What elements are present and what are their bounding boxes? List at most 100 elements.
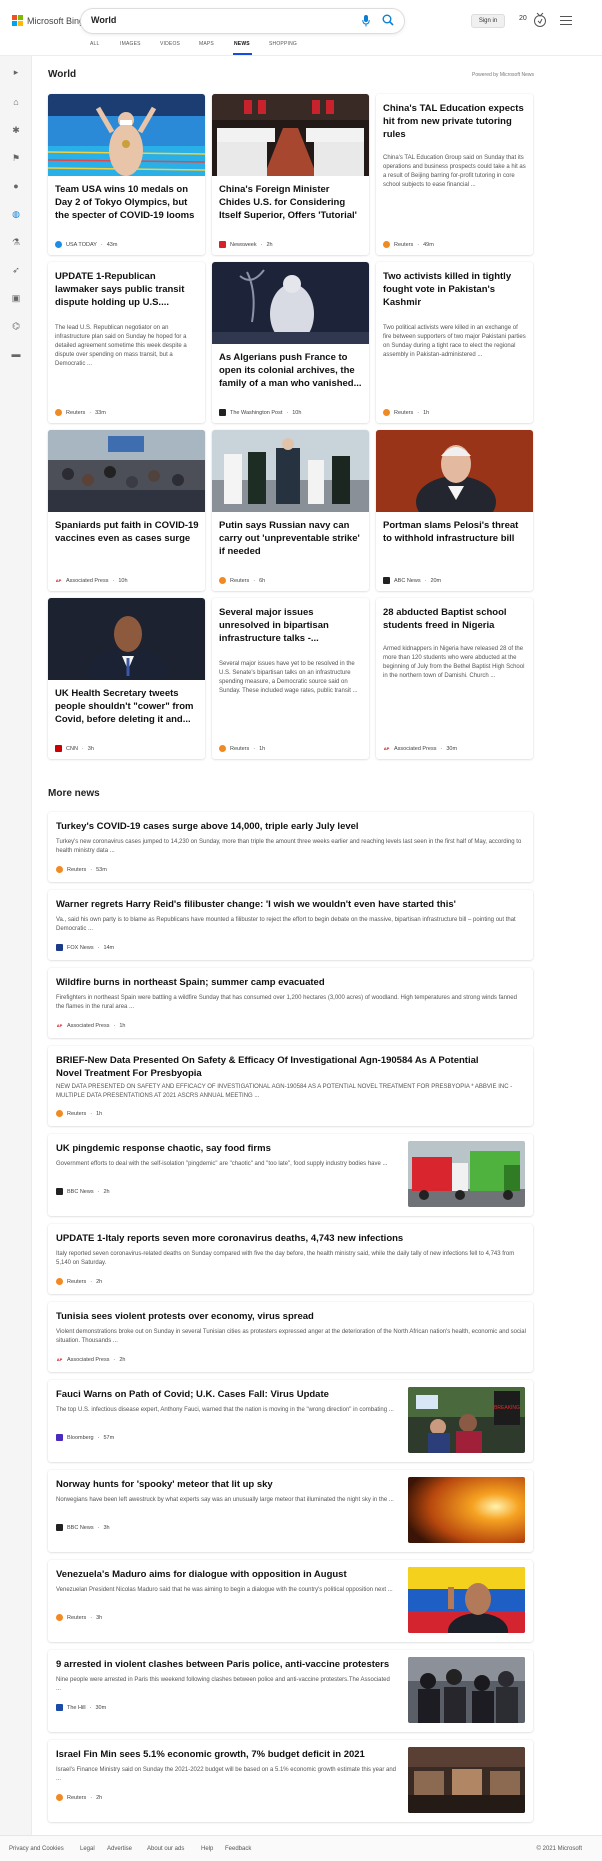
news-card[interactable]: Team USA wins 10 medals on Day 2 of Toky… xyxy=(48,94,205,255)
news-title[interactable]: Israel Fin Min sees 5.1% economic growth… xyxy=(56,1748,396,1761)
card-title[interactable]: China's TAL Education expects hit from n… xyxy=(383,102,527,141)
news-card[interactable]: Portman slams Pelosi's threat to withhol… xyxy=(376,430,533,591)
location-pin-icon[interactable]: ● xyxy=(10,180,22,192)
news-card[interactable]: UPDATE 1-Republican lawmaker says public… xyxy=(48,262,205,423)
list-news-item[interactable]: Turkey's COVID-19 cases surge above 14,0… xyxy=(48,812,533,882)
news-provider[interactable]: FOX News · 14m xyxy=(56,944,114,951)
hamburger-menu-icon[interactable] xyxy=(560,16,572,25)
news-card[interactable]: Putin says Russian navy can carry out 'u… xyxy=(212,430,369,591)
card-title[interactable]: 28 abducted Baptist school students free… xyxy=(383,606,527,632)
list-news-item[interactable]: UPDATE 1-Italy reports seven more corona… xyxy=(48,1224,533,1294)
list-news-item[interactable]: Venezuela's Maduro aims for dialogue wit… xyxy=(48,1560,533,1642)
card-title[interactable]: Spaniards put faith in COVID-19 vaccines… xyxy=(55,519,199,545)
news-provider[interactable]: Reuters · 2h xyxy=(56,1278,102,1285)
trending-icon[interactable]: ✱ xyxy=(10,124,22,136)
search-input[interactable]: World xyxy=(91,15,116,25)
news-thumbnail[interactable]: BREAKING xyxy=(408,1387,525,1453)
card-title[interactable]: Several major issues unresolved in bipar… xyxy=(219,606,363,645)
card-provider[interactable]: AP Associated Press · 30m xyxy=(383,745,457,752)
card-provider[interactable]: ABC News · 20m xyxy=(383,577,441,584)
footer-link-privacy[interactable]: Privacy and Cookies xyxy=(9,1846,64,1852)
news-title[interactable]: Norway hunts for 'spooky' meteor that li… xyxy=(56,1478,396,1491)
tab-news[interactable]: NEWS xyxy=(234,41,250,47)
news-card[interactable]: 28 abducted Baptist school students free… xyxy=(376,598,533,759)
rewards-medal-icon[interactable] xyxy=(533,12,547,28)
card-title[interactable]: China's Foreign Minister Chides U.S. for… xyxy=(219,183,363,222)
globe-icon[interactable]: ◍ xyxy=(10,208,22,220)
search-box[interactable]: World xyxy=(81,9,404,33)
search-icon[interactable] xyxy=(382,14,394,26)
card-provider[interactable]: Reuters · 1h xyxy=(219,745,265,752)
news-card[interactable]: China's Foreign Minister Chides U.S. for… xyxy=(212,94,369,255)
news-provider[interactable]: Reuters · 3h xyxy=(56,1614,102,1621)
tab-all[interactable]: ALL xyxy=(90,41,100,47)
news-title[interactable]: Venezuela's Maduro aims for dialogue wit… xyxy=(56,1568,396,1581)
news-card[interactable]: UK Health Secretary tweets people should… xyxy=(48,598,205,759)
news-provider[interactable]: Reuters · 2h xyxy=(56,1794,102,1801)
card-provider[interactable]: USA TODAY · 43m xyxy=(55,241,117,248)
money-icon[interactable]: ▬ xyxy=(10,348,22,360)
news-card[interactable]: Spaniards put faith in COVID-19 vaccines… xyxy=(48,430,205,591)
bing-logo[interactable]: Microsoft Bing xyxy=(12,15,84,26)
news-provider[interactable]: The Hill · 30m xyxy=(56,1704,106,1711)
card-provider[interactable]: Reuters · 33m xyxy=(55,409,106,416)
news-provider[interactable]: Bloomberg · 57m xyxy=(56,1434,114,1441)
card-provider[interactable]: Reuters · 1h xyxy=(383,409,429,416)
tab-maps[interactable]: MAPS xyxy=(199,41,214,47)
list-news-item[interactable]: BRIEF-New Data Presented On Safety & Eff… xyxy=(48,1046,533,1126)
list-news-item[interactable]: Warner regrets Harry Reid's filibuster c… xyxy=(48,890,533,960)
footer-link-legal[interactable]: Legal xyxy=(80,1846,95,1852)
card-title[interactable]: Team USA wins 10 medals on Day 2 of Toky… xyxy=(55,183,199,222)
footer-link-about-ads[interactable]: About our ads xyxy=(147,1846,184,1852)
card-provider[interactable]: AP Associated Press · 10h xyxy=(55,577,128,584)
news-provider[interactable]: AP Associated Press · 1h xyxy=(56,1022,125,1029)
microphone-icon[interactable] xyxy=(362,15,370,27)
news-title[interactable]: 9 arrested in violent clashes between Pa… xyxy=(56,1658,396,1671)
rewards-points[interactable]: 20 xyxy=(519,15,527,22)
rocket-icon[interactable]: ➶ xyxy=(10,264,22,276)
science-icon[interactable]: ⚗ xyxy=(10,236,22,248)
home-icon[interactable]: ⌂ xyxy=(10,96,22,108)
news-title[interactable]: Warner regrets Harry Reid's filibuster c… xyxy=(56,898,526,911)
footer-link-advertise[interactable]: Advertise xyxy=(107,1846,132,1852)
news-provider[interactable]: Reuters · 1h xyxy=(56,1110,102,1117)
news-provider[interactable]: Reuters · 53m xyxy=(56,866,107,873)
tab-images[interactable]: IMAGES xyxy=(120,41,141,47)
card-provider[interactable]: CNN · 3h xyxy=(55,745,94,752)
card-provider[interactable]: Newsweek · 2h xyxy=(219,241,273,248)
list-news-item[interactable]: Norway hunts for 'spooky' meteor that li… xyxy=(48,1470,533,1552)
card-provider[interactable]: Reuters · 6h xyxy=(219,577,265,584)
news-title[interactable]: Tunisia sees violent protests over econo… xyxy=(56,1310,526,1323)
news-title[interactable]: Turkey's COVID-19 cases surge above 14,0… xyxy=(56,820,526,833)
card-title[interactable]: Two activists killed in tightly fought v… xyxy=(383,270,527,309)
news-thumbnail[interactable] xyxy=(408,1747,525,1813)
powered-by[interactable]: Powered by Microsoft News xyxy=(472,72,534,78)
news-card[interactable]: Two activists killed in tightly fought v… xyxy=(376,262,533,423)
tab-shopping[interactable]: SHOPPING xyxy=(269,41,297,47)
news-title[interactable]: UPDATE 1-Italy reports seven more corona… xyxy=(56,1232,526,1245)
card-provider[interactable]: Reuters · 49m xyxy=(383,241,434,248)
list-news-item[interactable]: Tunisia sees violent protests over econo… xyxy=(48,1302,533,1372)
news-provider[interactable]: BBC News · 2h xyxy=(56,1188,110,1195)
news-thumbnail[interactable] xyxy=(408,1657,525,1723)
sign-in-button[interactable]: Sign in xyxy=(471,14,505,28)
news-title[interactable]: Fauci Warns on Path of Covid; U.K. Cases… xyxy=(56,1388,396,1401)
entertainment-icon[interactable]: ▣ xyxy=(10,292,22,304)
news-thumbnail[interactable] xyxy=(408,1567,525,1633)
flag-icon[interactable]: ⚑ xyxy=(10,152,22,164)
card-title[interactable]: As Algerians push France to open its col… xyxy=(219,351,363,390)
card-title[interactable]: Portman slams Pelosi's threat to withhol… xyxy=(383,519,527,545)
card-title[interactable]: UK Health Secretary tweets people should… xyxy=(55,687,199,726)
politics-icon[interactable]: ⌬ xyxy=(10,320,22,332)
footer-link-help[interactable]: Help xyxy=(201,1846,213,1852)
news-provider[interactable]: AP Associated Press · 2h xyxy=(56,1356,125,1363)
footer-link-feedback[interactable]: Feedback xyxy=(225,1846,251,1852)
card-provider[interactable]: The Washington Post · 10h xyxy=(219,409,301,416)
expand-rail-icon[interactable]: ▸ xyxy=(10,66,22,78)
news-provider[interactable]: BBC News · 3h xyxy=(56,1524,110,1531)
news-title[interactable]: Wildfire burns in northeast Spain; summe… xyxy=(56,976,526,989)
card-title[interactable]: Putin says Russian navy can carry out 'u… xyxy=(219,519,363,558)
news-thumbnail[interactable] xyxy=(408,1141,525,1207)
news-title[interactable]: UK pingdemic response chaotic, say food … xyxy=(56,1142,396,1155)
list-news-item[interactable]: Wildfire burns in northeast Spain; summe… xyxy=(48,968,533,1038)
